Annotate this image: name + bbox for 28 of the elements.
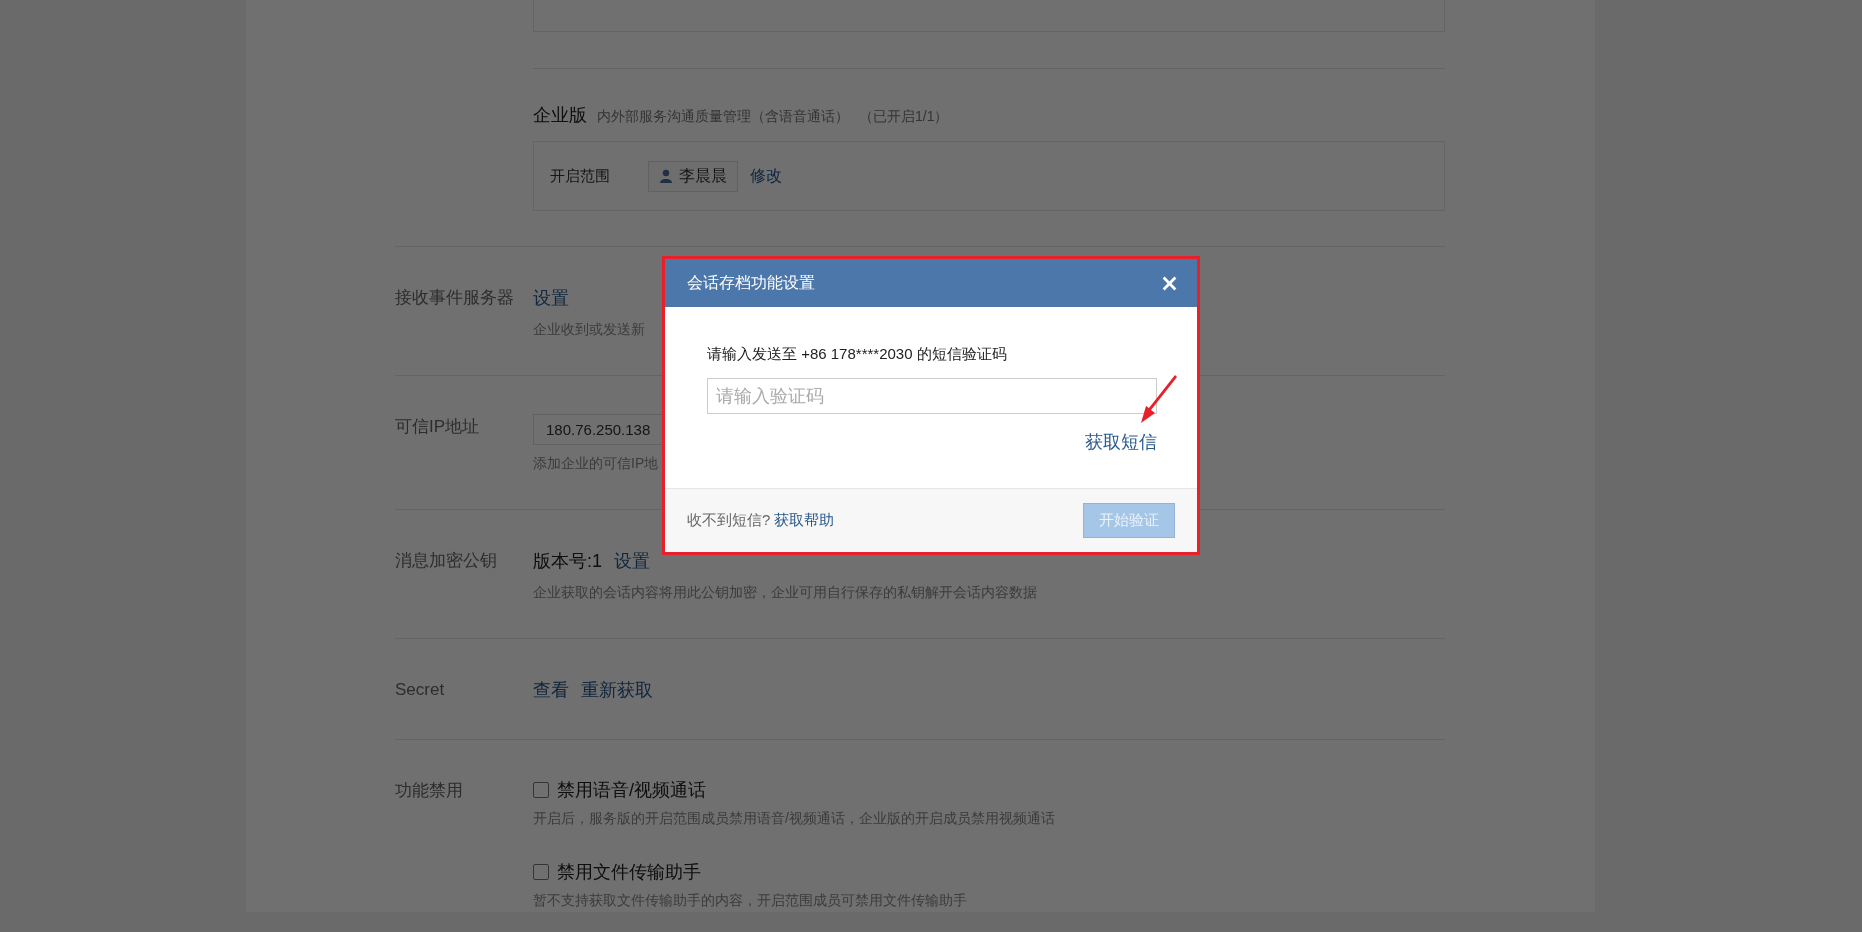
section-title: 企业版 — [533, 104, 587, 127]
edit-link[interactable]: 修改 — [750, 165, 782, 187]
action-link[interactable]: 重新获取 — [581, 678, 653, 702]
action-link[interactable]: 查看 — [533, 678, 569, 702]
help-link[interactable]: 获取帮助 — [774, 511, 835, 530]
checkbox-option[interactable]: 禁用语音/视频通话 — [533, 778, 1055, 802]
scope-label: 开启范围 — [550, 166, 611, 186]
checkbox[interactable] — [533, 864, 549, 880]
checkbox[interactable] — [533, 782, 549, 798]
prompt-text: 请输入发送至 +86 178****2030 的短信验证码 — [707, 345, 1008, 364]
member-name: 李晨晨 — [679, 165, 727, 186]
setting-label: 功能禁用 — [395, 780, 464, 802]
setting-label: 消息加密公钥 — [395, 550, 498, 572]
checkbox-option[interactable]: 禁用文件传输助手 — [533, 860, 1055, 884]
code-input-field[interactable]: 请输入验证码 — [707, 378, 1157, 414]
help-text: 收不到短信? — [687, 511, 771, 530]
action-link[interactable]: 设置 — [614, 549, 650, 573]
setting-label: 接收事件服务器 — [395, 287, 515, 309]
version-text: 版本号:1 — [533, 550, 602, 573]
annotation-arrow — [1139, 375, 1179, 425]
action-link[interactable]: 设置 — [533, 286, 569, 310]
status-text: （已开启1/1） — [859, 108, 949, 126]
close-icon[interactable] — [1162, 275, 1177, 291]
get-sms-link[interactable]: 获取短信 — [1085, 430, 1157, 454]
person-icon — [659, 169, 673, 183]
dialog-title: 会话存档功能设置 — [687, 272, 815, 293]
setting-label: 可信IP地址 — [395, 416, 481, 438]
setting-label: Secret — [395, 679, 446, 701]
